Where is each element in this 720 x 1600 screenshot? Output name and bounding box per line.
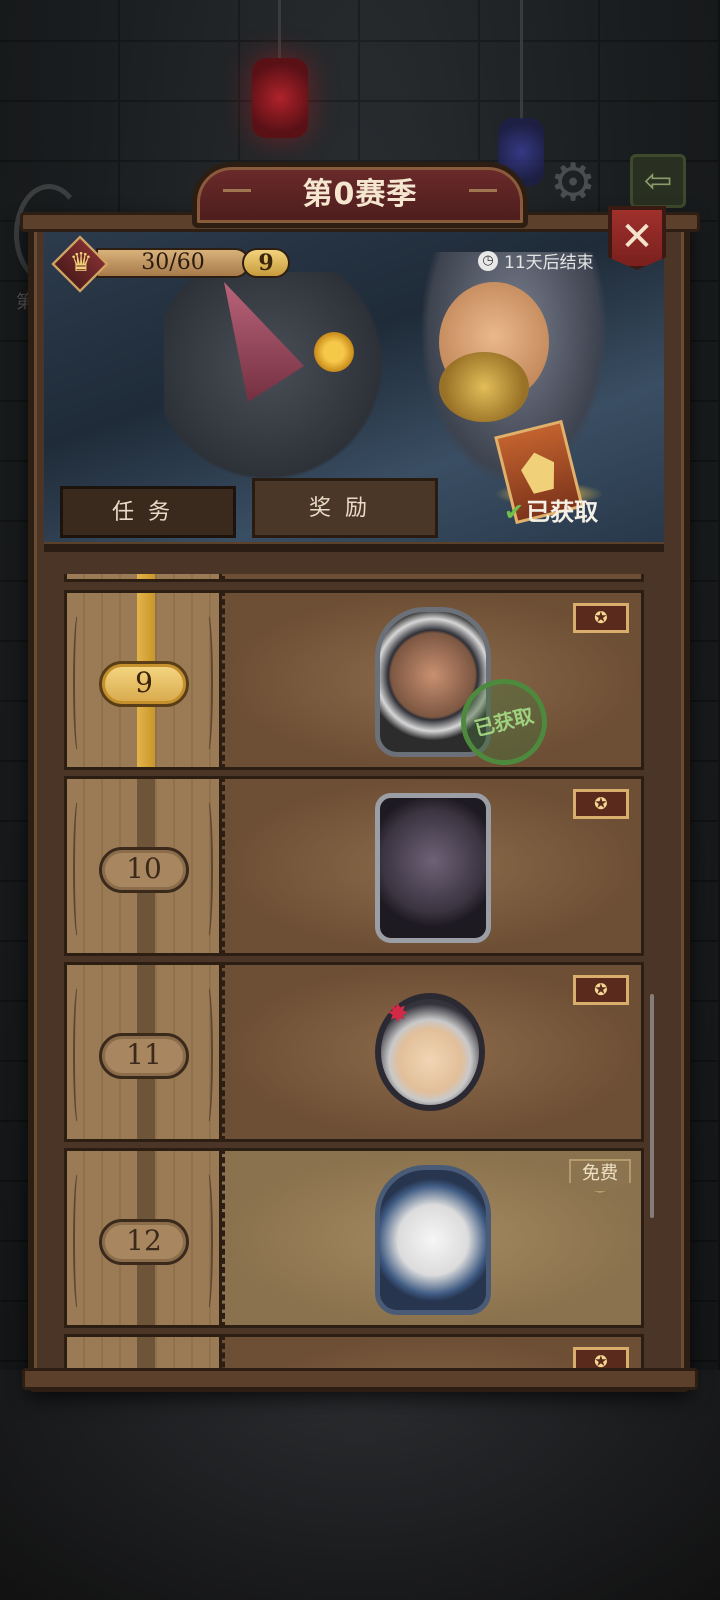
premium-tag-icon: ✪ bbox=[573, 603, 629, 633]
level-number: 9 bbox=[135, 666, 153, 699]
season-title: 第0赛季 bbox=[192, 162, 528, 228]
season-title-text: 第0赛季 bbox=[302, 177, 418, 212]
hero-gold-medallion bbox=[439, 352, 529, 422]
tab-rewards[interactable]: 奖励 bbox=[252, 478, 438, 538]
lantern-chain bbox=[520, 0, 523, 120]
free-tag: 免费 bbox=[569, 1159, 631, 1193]
gear-icon[interactable]: ⚙ bbox=[544, 154, 602, 212]
level-cell: 10 bbox=[64, 776, 222, 956]
level-text: 9 bbox=[258, 250, 274, 276]
obtained-indicator: ✔已获取 bbox=[504, 492, 598, 527]
tab-tasks-label: 任务 bbox=[111, 500, 184, 525]
reward-cell: ✪ bbox=[222, 1334, 644, 1368]
villain-character-art bbox=[164, 272, 394, 502]
season-level-badge: 9 bbox=[242, 248, 290, 278]
cell-ornament bbox=[73, 799, 83, 939]
cell-ornament bbox=[203, 1171, 213, 1311]
progress-text: 30/60 bbox=[141, 250, 205, 275]
list-row[interactable]: 12 免费 bbox=[64, 1148, 644, 1328]
list-row[interactable]: 9 ✪ 已获取 bbox=[64, 590, 644, 775]
close-button[interactable]: ✕ bbox=[608, 206, 666, 270]
reward-portrait-cat[interactable] bbox=[375, 793, 491, 943]
close-icon: ✕ bbox=[620, 214, 654, 260]
claimed-stamp-text: 已获取 bbox=[471, 703, 537, 741]
list-row[interactable]: 11 ✪ ✸ bbox=[64, 962, 644, 1142]
level-cell: 9 bbox=[64, 590, 222, 770]
level-pill: 10 bbox=[99, 847, 189, 893]
list-row-partial: ✪ bbox=[64, 1334, 644, 1368]
level-pill: 12 bbox=[99, 1219, 189, 1265]
crown-icon: ♛ bbox=[69, 248, 93, 278]
cell-ornament bbox=[73, 613, 83, 753]
level-number: 10 bbox=[126, 852, 162, 885]
level-track bbox=[137, 574, 155, 579]
title-ornament-left bbox=[223, 189, 251, 199]
reward-cell[interactable]: 免费 bbox=[222, 1148, 644, 1328]
list-row-partial bbox=[64, 574, 644, 582]
season-timer: ◷ 11天后结束 bbox=[478, 248, 594, 273]
premium-tag-icon: ✪ bbox=[573, 789, 629, 819]
panel-separator bbox=[44, 542, 664, 552]
red-lantern bbox=[252, 58, 308, 138]
back-arrow-icon[interactable]: ⇦ bbox=[630, 154, 686, 208]
reward-cell[interactable]: ✪ bbox=[222, 776, 644, 956]
cell-ornament bbox=[73, 985, 83, 1125]
tab-rewards-label: 奖励 bbox=[308, 496, 381, 521]
season-progress-bar: 30/60 bbox=[96, 248, 250, 278]
level-track bbox=[137, 1337, 155, 1368]
cell-ornament bbox=[203, 985, 213, 1125]
panel-bottom-rail bbox=[22, 1368, 698, 1390]
reward-cell[interactable]: ✪ ✸ bbox=[222, 962, 644, 1142]
level-pill: 11 bbox=[99, 1033, 189, 1079]
level-number: 12 bbox=[126, 1224, 162, 1257]
obtained-label: 已获取 bbox=[526, 498, 599, 526]
level-cell bbox=[64, 574, 222, 582]
angry-mark-icon: ✸ bbox=[387, 999, 409, 1029]
cell-ornament bbox=[203, 799, 213, 939]
level-number: 11 bbox=[126, 1038, 162, 1071]
level-cell: 12 bbox=[64, 1148, 222, 1328]
reward-cell[interactable]: ✪ 已获取 bbox=[222, 590, 644, 775]
list-scrollbar[interactable] bbox=[650, 994, 654, 1218]
list-row[interactable]: 10 ✪ bbox=[64, 776, 644, 956]
level-cell: 11 bbox=[64, 962, 222, 1142]
check-icon: ✔ bbox=[504, 498, 525, 526]
reward-list[interactable]: 9 ✪ 已获取 10 ✪ 11 ✪ ✸ 12 免费 ✪ bbox=[64, 574, 644, 1368]
level-cell bbox=[64, 1334, 222, 1368]
timer-text: 11天后结束 bbox=[504, 253, 594, 273]
tab-tasks[interactable]: 任务 bbox=[60, 486, 236, 538]
reward-portrait-dog[interactable] bbox=[375, 1165, 491, 1315]
cell-ornament bbox=[73, 1171, 83, 1311]
villain-eye-art bbox=[314, 332, 354, 372]
premium-tag-icon: ✪ bbox=[573, 975, 629, 1005]
reward-cell bbox=[222, 574, 644, 582]
clock-icon: ◷ bbox=[478, 250, 498, 271]
free-tag-label: 免费 bbox=[582, 1163, 618, 1184]
premium-tag-icon: ✪ bbox=[573, 1347, 629, 1368]
cell-ornament bbox=[203, 613, 213, 753]
level-pill: 9 bbox=[99, 661, 189, 707]
title-ornament-right bbox=[469, 189, 497, 199]
card-emblem bbox=[518, 448, 561, 495]
lantern-chain bbox=[278, 0, 281, 60]
floor bbox=[0, 1370, 720, 1600]
